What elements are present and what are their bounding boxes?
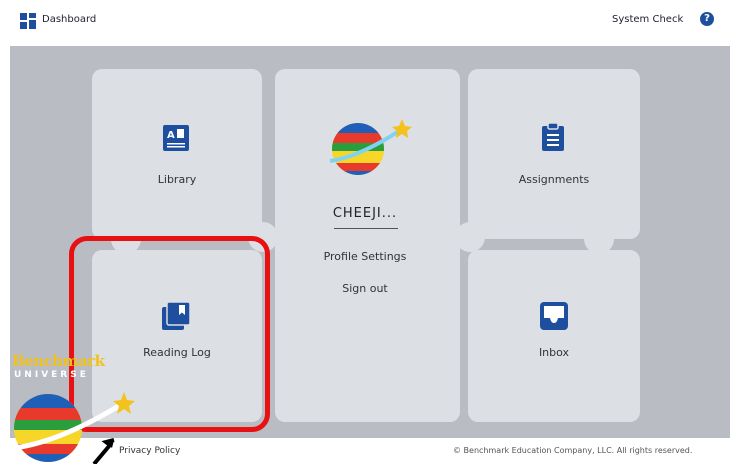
logo-benchmark-text: Benchmark [12, 352, 105, 370]
profile-settings-link[interactable]: Profile Settings [275, 250, 455, 263]
planet-avatar [330, 119, 412, 175]
assignments-tile[interactable]: Assignments [468, 69, 640, 239]
library-tile[interactable]: A Library [92, 69, 262, 239]
help-icon[interactable]: ? [700, 12, 714, 26]
sign-out-link[interactable]: Sign out [275, 282, 455, 295]
svg-text:A: A [167, 130, 175, 141]
copyright-text: © Benchmark Education Company, LLC. All … [453, 446, 693, 455]
profile-name: CHEEJI... [332, 206, 398, 221]
inbox-tile[interactable]: Inbox [468, 250, 640, 422]
library-label: Library [157, 173, 197, 186]
dashboard-icon[interactable] [20, 13, 36, 29]
logo-universe-text: UNIVERSE [14, 370, 89, 380]
assignments-label: Assignments [518, 173, 590, 186]
system-check-link[interactable]: System Check [612, 14, 683, 25]
benchmark-universe-logo [13, 392, 135, 462]
app-root: Dashboard System Check ? A Library Assig… [0, 0, 739, 464]
profile-name-underline [334, 228, 398, 229]
book-icon: A [163, 125, 189, 151]
inbox-label: Inbox [538, 346, 570, 359]
clipboard-icon [542, 123, 564, 151]
inbox-icon [540, 302, 568, 330]
cursor-arrow-icon [92, 438, 115, 464]
page-title: Dashboard [42, 14, 97, 25]
